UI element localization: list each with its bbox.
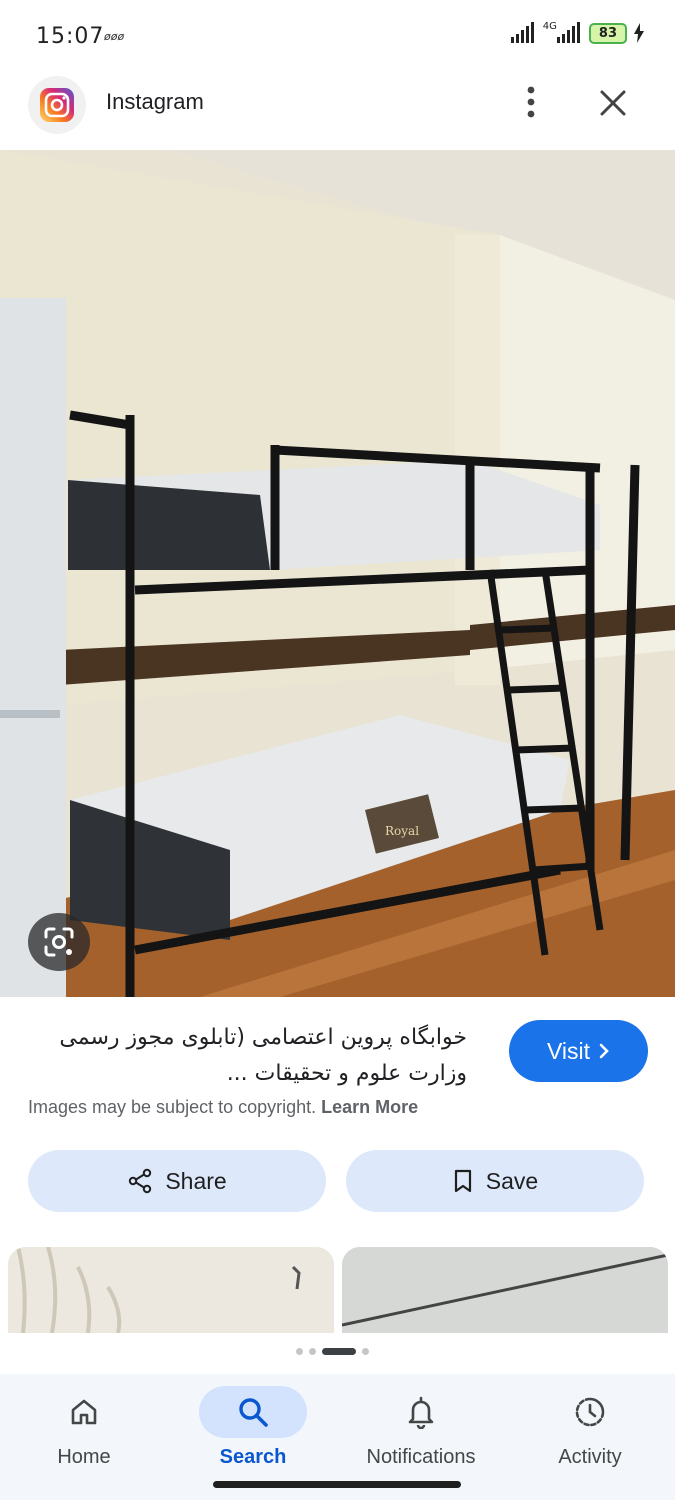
page-dot [296,1348,303,1355]
source-name: Instagram [106,89,204,114]
nav-search[interactable]: Search [169,1374,337,1484]
copyright-notice: Images may be subject to copyright. Lear… [28,1097,418,1118]
mattress-brand-label: Royal [385,824,419,838]
search-icon [199,1386,307,1438]
more-options-button[interactable] [512,82,550,122]
result-title[interactable]: خوابگاه پروین اعتصامی (تابلوی مجوز رسمی … [27,1020,467,1092]
page-dot [309,1348,316,1355]
status-icons: 4G 83 [510,20,645,44]
bookmark-icon [454,1169,471,1193]
page-dot-active [322,1348,356,1355]
status-indicator: øøø [104,30,125,43]
status-time: 15:07 [36,24,105,49]
save-button[interactable]: Save [346,1150,644,1212]
share-button[interactable]: Share [28,1150,326,1212]
page-dot [362,1348,369,1355]
home-icon [30,1386,138,1438]
more-vert-icon [527,86,535,118]
signal-icon-2 [556,22,580,43]
charging-icon [634,23,644,43]
nav-label: Activity [558,1446,622,1468]
copyright-text: Images may be subject to copyright. [28,1097,317,1117]
lens-icon [44,927,74,957]
nav-label: Notifications [366,1446,476,1468]
share-icon [129,1168,152,1194]
nav-label: Search [219,1446,287,1468]
instagram-logo-icon [28,76,86,134]
close-button[interactable] [594,84,632,122]
nav-activity[interactable]: Activity [506,1374,674,1484]
result-image[interactable]: Royal [0,150,675,997]
nav-home[interactable]: Home [0,1374,168,1484]
chevron-right-icon [599,1043,609,1059]
nav-label: Home [57,1446,111,1468]
visit-button[interactable]: Visit [509,1020,648,1082]
network-type: 4G [542,20,557,32]
battery-indicator: 83 [588,22,627,44]
visit-label: Visit [546,1037,591,1064]
lens-search-button[interactable] [28,913,90,971]
home-indicator[interactable] [213,1481,461,1488]
share-label: Share [165,1167,227,1194]
status-bar: 15:07 øøø 4G 83 [0,0,675,72]
related-image[interactable] [342,1247,668,1333]
close-icon [600,90,626,116]
bell-icon [367,1386,475,1438]
nav-notifications[interactable]: Notifications [337,1374,505,1484]
activity-icon [536,1386,644,1438]
signal-icon [510,22,534,43]
page-indicator [296,1348,369,1355]
related-image[interactable] [8,1247,334,1333]
learn-more-link[interactable]: Learn More [321,1097,418,1117]
source-header: Instagram [0,72,675,150]
save-label: Save [485,1167,539,1194]
